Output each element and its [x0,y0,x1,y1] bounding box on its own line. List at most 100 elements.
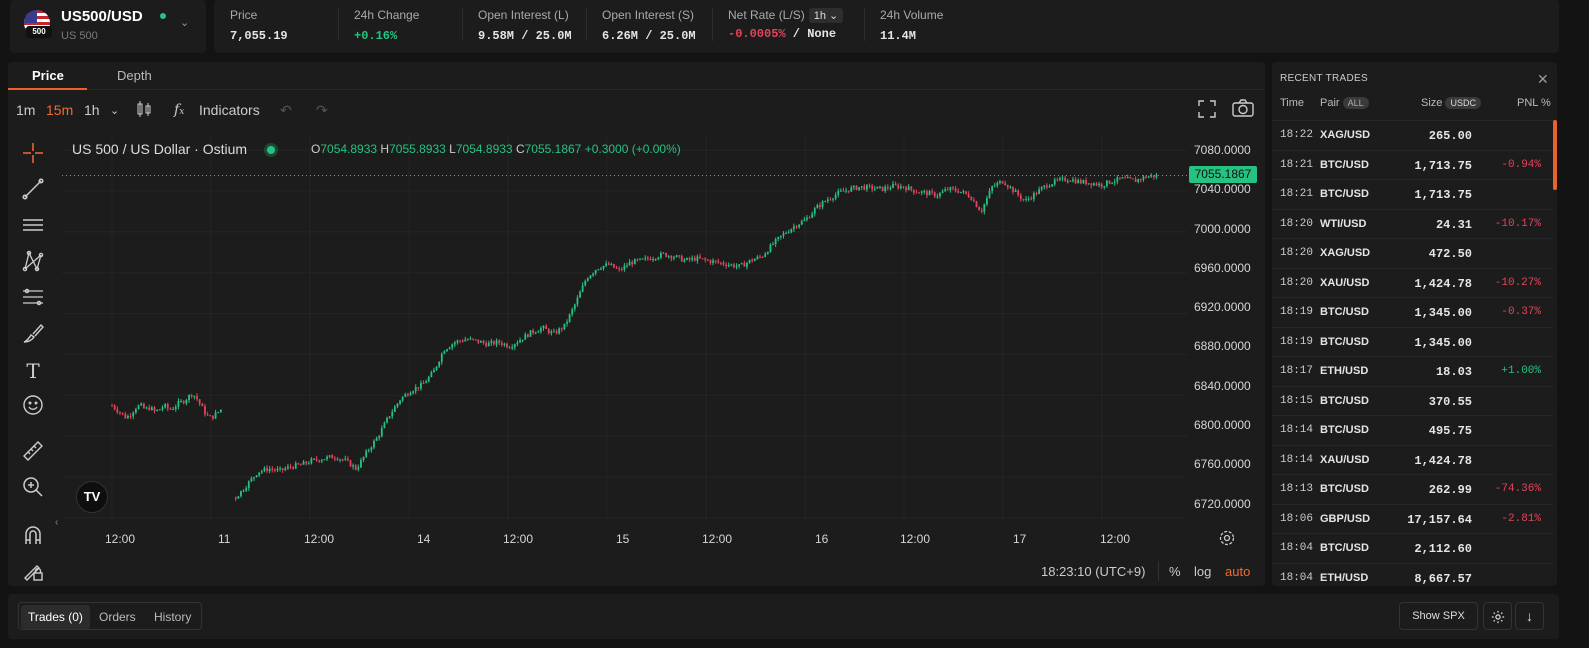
brush-icon[interactable] [20,322,46,348]
candle-body [145,407,148,409]
candle-body [255,475,258,477]
symbol-description: US 500 / US Dollar · Ostium [72,141,248,157]
trade-pair: ETH/USD [1320,571,1369,584]
horizontal-lines-icon[interactable] [20,214,46,240]
candle-body [957,191,960,193]
camera-icon[interactable] [1232,99,1254,120]
interval-1h[interactable]: 1h [84,102,100,118]
low-value: 7054.8933 [455,142,513,156]
show-spx-button[interactable]: Show SPX [1399,602,1478,630]
trade-row[interactable]: 18:21 BTC/USD 1,713.75 -0.94% [1272,149,1553,179]
trade-pnl: -0.94% [1501,158,1541,171]
candle-body [636,259,639,261]
trade-pnl: -2.81% [1501,512,1541,525]
candle-body [639,258,641,260]
candle-body [182,400,185,404]
trade-pair: BTC/USD [1320,306,1369,318]
trade-row[interactable]: 18:15 BTC/USD 370.55 [1272,385,1553,415]
percent-scale-toggle[interactable]: % [1169,564,1181,579]
scrollbar[interactable] [1553,120,1557,190]
trade-row[interactable]: 18:04 BTC/USD 2,112.60 [1272,533,1553,562]
magnet-icon[interactable] [20,524,46,550]
tab-orders[interactable]: Orders [99,610,136,624]
redo-icon[interactable]: ↷ [316,102,328,119]
tab-trades[interactable]: Trades (0) [21,605,90,629]
fib-retracement-icon[interactable] [20,286,46,312]
stat-label: Open Interest (L) [478,8,569,22]
trade-row[interactable]: 18:20 XAG/USD 472.50 [1272,238,1553,267]
collapse-down-icon[interactable]: ↓ [1515,602,1544,630]
stat-open-interest-short: Open Interest (S) 6.26M / 25.0M [602,8,696,43]
crosshair-icon[interactable] [20,142,46,168]
trade-row[interactable]: 18:06 GBP/USD 17,157.64 -2.81% [1272,503,1553,533]
chevron-down-icon[interactable]: ⌄ [110,104,119,117]
collapse-toolbar-icon[interactable]: ‹ [55,517,58,528]
tab-history[interactable]: History [154,610,191,624]
high-label: H [380,142,390,156]
trade-row[interactable]: 18:04 ETH/USD 8,667.57 [1272,562,1553,587]
candle-body [443,351,446,354]
log-scale-toggle[interactable]: log [1194,564,1211,579]
tab-depth[interactable]: Depth [117,68,152,83]
trend-line-icon[interactable] [20,178,46,204]
function-icon[interactable]: fx [174,102,184,118]
candle-body [315,458,318,461]
interval-1m[interactable]: 1m [16,102,35,118]
trade-row[interactable]: 18:20 WTI/USD 24.31 -10.17% [1272,208,1553,238]
low-label: L [449,142,456,156]
candle-body [121,412,124,414]
trade-row[interactable]: 18:14 XAU/USD 1,424.78 [1272,444,1553,474]
close-icon[interactable]: ✕ [1537,71,1549,88]
candlestick-icon[interactable] [136,100,152,121]
candle-body [910,186,913,190]
trade-row[interactable]: 18:21 BTC/USD 1,713.75 [1272,179,1553,208]
candle-body [670,255,673,259]
undo-icon[interactable]: ↶ [280,102,292,119]
time-tick: 15 [616,532,630,546]
trade-row[interactable]: 18:14 BTC/USD 495.75 [1272,415,1553,444]
size-unit-badge[interactable]: USDC [1445,97,1481,109]
trade-size: 2,112.60 [1414,542,1472,556]
zoom-in-icon[interactable] [20,476,46,502]
trade-time: 18:19 [1280,335,1314,348]
candle-body [923,191,926,193]
candle-body [511,347,514,349]
trade-row[interactable]: 18:20 XAU/USD 1,424.78 -10.27% [1272,267,1553,297]
interval-dropdown[interactable]: 1h ⌄ [808,8,844,23]
price-chart[interactable] [62,134,1187,522]
candle-body [871,185,874,190]
trade-row[interactable]: 18:17 ETH/USD 18.03 +1.00% [1272,356,1553,385]
asset-selector[interactable]: 500 US500/USD US 500 ⌄ [10,0,206,53]
settings-icon[interactable] [1483,602,1512,630]
candle-body [519,340,521,343]
tab-price[interactable]: Price [32,68,64,83]
col-pnl: PNL % [1517,97,1551,109]
pair-filter-badge[interactable]: ALL [1342,97,1369,109]
candle-body [740,263,743,265]
chart-settings-icon[interactable] [1219,530,1235,551]
candle-body [558,328,561,334]
candle-body [1019,195,1022,200]
candle-body [933,192,936,197]
candle-body [466,339,469,341]
trade-row[interactable]: 18:13 BTC/USD 262.99 -74.36% [1272,474,1553,503]
candle-body [852,185,855,188]
trade-row[interactable]: 18:19 BTC/USD 1,345.00 -0.37% [1272,297,1553,326]
fullscreen-icon[interactable] [1198,100,1216,121]
emoji-icon[interactable] [20,394,46,420]
pattern-icon[interactable] [20,250,46,276]
candle-body [738,264,741,267]
trade-row[interactable]: 18:22 XAG/USD 265.00 [1272,120,1553,149]
ruler-icon[interactable] [20,440,46,466]
candle-body [1126,177,1129,179]
interval-15m[interactable]: 15m [46,102,73,118]
candle-body [540,328,542,332]
candle-body [1124,177,1127,179]
auto-scale-toggle[interactable]: auto [1225,564,1250,579]
candle-body [166,404,169,409]
candle-body [137,405,140,410]
chevron-down-icon[interactable]: ⌄ [180,16,189,29]
text-icon[interactable]: T [20,358,46,384]
indicators-button[interactable]: Indicators [199,102,260,118]
trade-row[interactable]: 18:19 BTC/USD 1,345.00 [1272,326,1553,356]
